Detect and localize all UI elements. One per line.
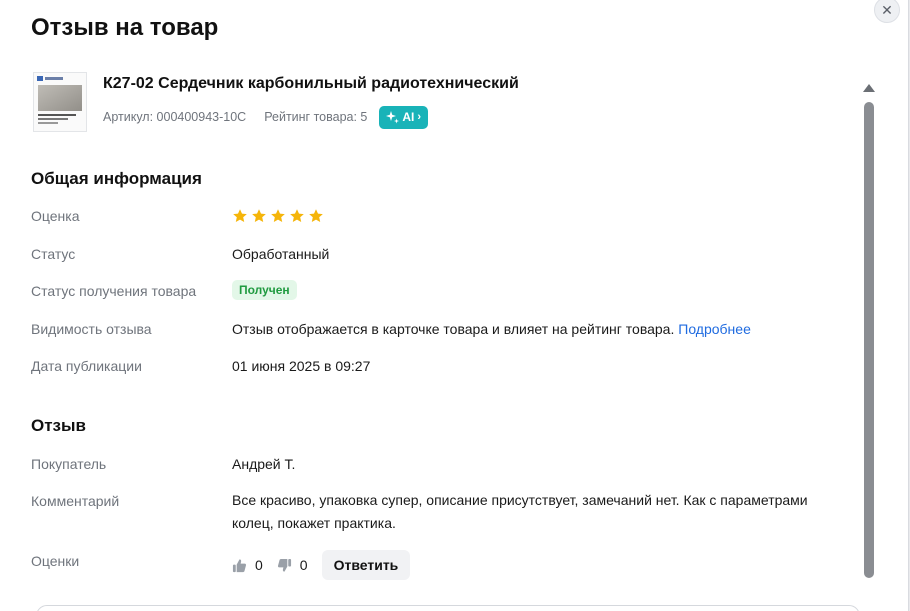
receipt-status-label: Статус получения товара [31,283,197,299]
scrollbar-thumb[interactable] [864,102,874,578]
review-title: Отзыв [31,416,86,435]
star-icon [290,209,304,222]
product-thumbnail[interactable] [33,72,87,132]
product-meta: Артикул: 000400943-10С Рейтинг товара: 5… [103,105,429,129]
close-button[interactable]: ✕ [874,0,900,23]
dislike-button[interactable]: 0 [277,557,308,573]
dislikes-count: 0 [299,557,308,573]
visibility-value: Отзыв отображается в карточке товара и в… [232,321,675,337]
review-modal: ✕ Отзыв на товар К27-02 Сердечник карбон… [0,0,909,611]
reply-button[interactable]: Ответить [321,550,411,580]
comment-value: Все красиво, упаковка супер, описание пр… [232,492,808,531]
product-image [34,73,86,131]
votes-bar: 0 0 Ответить [232,550,411,580]
status-label: Статус [31,246,76,262]
votes-label: Оценки [31,553,80,569]
ai-label: AI [402,110,415,124]
publish-date-value: 01 июня 2025 в 09:27 [232,358,371,374]
status-badge: Получен [232,280,297,300]
chevron-right-icon: › [417,111,422,123]
like-button[interactable]: 0 [232,557,263,573]
status-value: Обработанный [232,246,330,262]
product-title[interactable]: К27-02 Сердечник карбонильный радиотехни… [103,75,519,93]
general-info-title: Общая информация [31,169,202,188]
thumbs-down-icon [277,558,291,572]
more-info-link[interactable]: Подробнее [678,321,751,337]
product-rating: Рейтинг товара: 5 [264,110,368,124]
star-icon [309,209,323,222]
scroll-up-arrow[interactable] [863,84,875,92]
visibility-label: Видимость отзыва [31,321,152,337]
publish-date-label: Дата публикации [31,358,142,374]
thumbs-up-icon [232,558,247,572]
buyer-value: Андрей Т. [232,456,296,472]
likes-count: 0 [255,557,263,573]
rating-stars [232,208,324,224]
rating-label: Оценка [31,208,80,224]
reply-input[interactable] [36,605,860,611]
star-icon [271,209,285,222]
receipt-status-wrap: Получен [232,280,297,300]
product-article: Артикул: 000400943-10С [103,110,247,124]
ai-button[interactable]: AI › [379,105,429,129]
modal-title: Отзыв на товар [31,14,219,41]
visibility-value-wrap: Отзыв отображается в карточке товара и в… [232,321,751,337]
comment-label: Комментарий [31,493,120,509]
close-icon: ✕ [881,1,893,18]
star-icon [252,209,266,222]
sparkle-icon [386,110,400,123]
buyer-label: Покупатель [31,456,107,472]
star-icon [233,209,247,222]
